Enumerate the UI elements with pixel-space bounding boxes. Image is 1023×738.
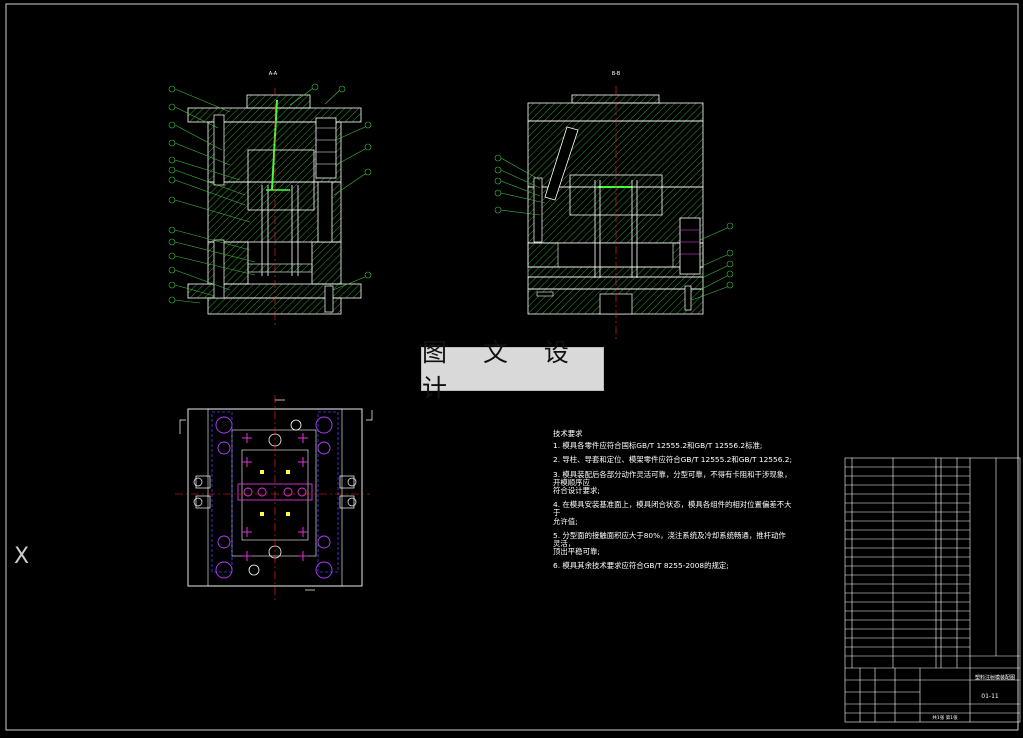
title-block [844, 457, 1021, 723]
note-item: 1. 模具各零件应符合国标GB/T 12555.2和GB/T 12556.2标准… [553, 441, 763, 451]
drawing-name: 塑料注射模装配图 [975, 674, 1015, 681]
watermark-banner: 图 文 设 计 [421, 338, 604, 403]
note-item: 顶出平稳可靠; [553, 547, 600, 557]
note-item: 2. 导柱、导套和定位、模架零件应符合GB/T 12555.2和GB/T 125… [553, 455, 792, 465]
title-block-text: 塑料注射模装配图 01-11 共1张 第1张 [932, 674, 1015, 721]
note-item: 允许值; [553, 516, 578, 526]
section-view-b-b: B-B [494, 71, 734, 342]
sheet-label: 共1张 第1张 [932, 714, 958, 721]
notes-heading: 技术要求 [553, 429, 583, 438]
note-item: 符合设计要求; [553, 486, 600, 496]
ucs-axis-icon: X [14, 544, 30, 569]
section-label-b-b: B-B [612, 71, 621, 77]
note-item: 5. 分型面的接触面积应大于80%，浇注系统及冷却系统畅通，推杆动作灵活， [553, 530, 786, 549]
section-label-a-a: A-A [269, 71, 278, 77]
note-item: 4. 在模具安装基准面上，模具闭合状态，模具各组件的相对位置偏差不大于 [553, 500, 792, 518]
drawing-number: 01-11 [981, 693, 999, 700]
section-view-a-a: A-A [168, 71, 372, 325]
note-item: 6. 模具其余技术要求应符合GB/T 8255-2008的规定; [553, 561, 729, 571]
technical-requirements: 技术要求 1. 模具各零件应符合国标GB/T 12555.2和GB/T 1255… [553, 429, 793, 571]
note-item: 3. 模具装配后各部分动作灵活可靠，分型可靠，不得有卡阻和干涉现象，开模顺序应 [553, 469, 792, 487]
plan-view [175, 395, 373, 600]
